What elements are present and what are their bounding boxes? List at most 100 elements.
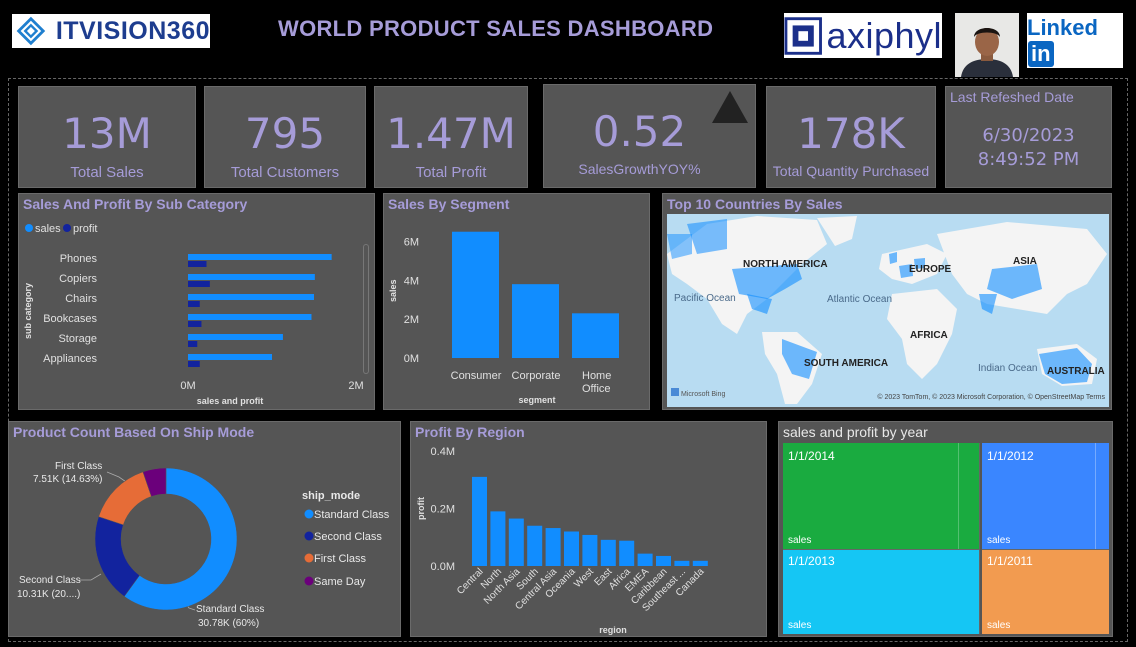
y-tick-label: Copiers (59, 273, 97, 285)
sales-bar[interactable] (188, 354, 272, 360)
map-label-pacific: Pacific Ocean (674, 293, 736, 304)
region-bar[interactable] (600, 539, 616, 566)
treemap-sub-label: sales (788, 535, 812, 546)
region-bar[interactable] (508, 518, 524, 566)
y-tick-label: 0.2M (431, 504, 455, 516)
x-axis-title: sales and profit (197, 396, 264, 406)
treemap-cell-2014[interactable]: 1/1/2014 sales (783, 443, 980, 550)
uk-highlight[interactable] (889, 252, 897, 264)
sub-category-chart[interactable]: sales profit sub category sales and prof… (19, 194, 374, 409)
bing-logo-icon (671, 388, 679, 396)
region-panel: Profit By Region profit region 0.0M 0.2M 0… (410, 421, 767, 637)
callout-second-value: 10.31K (20....) (17, 589, 80, 600)
legend-first-marker (304, 553, 314, 563)
segment-bar[interactable] (512, 284, 559, 358)
panel-title: Top 10 Countries By Sales (667, 196, 843, 212)
refresh-time: 8:49:52 PM (977, 149, 1080, 170)
legend-standard-marker (304, 509, 314, 519)
y-tick-label: 0.0M (431, 561, 455, 573)
treemap-cell-2011[interactable]: 1/1/2011 sales (982, 550, 1109, 634)
map-panel: Top 10 Countries By Sales NORTH AMERICA … (662, 193, 1112, 410)
linkedin-logo[interactable]: Linkedin (1027, 13, 1123, 68)
sales-bar[interactable] (188, 294, 314, 300)
region-bar[interactable] (564, 531, 579, 567)
treemap-sub-label: sales (788, 620, 812, 631)
world-map[interactable]: NORTH AMERICA EUROPE ASIA Pacific Ocean … (667, 214, 1109, 407)
kpi-value: 178K (797, 109, 905, 158)
axiphyl-emblem-icon (784, 16, 822, 55)
donut-slice-first-class[interactable] (98, 471, 152, 526)
profit-bar[interactable] (188, 321, 202, 327)
region-bar[interactable] (637, 553, 653, 566)
y-tick-label: 0.4M (431, 446, 455, 458)
profit-bar[interactable] (188, 341, 198, 347)
x-tick-label: West (572, 566, 596, 590)
callout-standard-name: Standard Class (196, 604, 264, 615)
kpi-label: Total Profit (415, 164, 487, 181)
y-axis-title: profit (416, 497, 426, 520)
kpi-total-sales: 13M Total Sales (18, 86, 196, 188)
kpi-label: Total Customers (230, 164, 340, 181)
segment-chart[interactable]: sales segment 0M 2M 4M 6M Consumer Corporate H… (384, 194, 649, 409)
segment-bar[interactable] (572, 313, 619, 358)
sales-bar[interactable] (188, 274, 315, 280)
bing-label: Microsoft Bing (681, 391, 725, 398)
legend-second-label: Second Class (314, 531, 382, 543)
profit-bar[interactable] (188, 261, 207, 267)
y-tick-label: Appliances (43, 353, 97, 365)
region-bar[interactable] (692, 560, 708, 566)
up-triangle-icon (712, 91, 748, 123)
profit-bar[interactable] (188, 281, 210, 287)
legend-sales-label: sales (35, 223, 61, 235)
region-chart[interactable]: profit region 0.0M0.2M0.4MCentralNorthNo… (411, 422, 766, 636)
region-bar[interactable] (527, 525, 543, 566)
legend-title: ship_mode (302, 490, 360, 502)
profit-bar[interactable] (188, 361, 200, 367)
donut-slice-second-class[interactable] (94, 516, 140, 597)
map-label-africa: AFRICA (910, 330, 948, 341)
region-bar[interactable] (490, 511, 506, 566)
refresh-date: 6/30/2023 (982, 125, 1075, 146)
linkedin-logo-text: Linkedin (1027, 14, 1098, 67)
person-photo-icon (955, 13, 1019, 77)
y-axis-title: sub category (23, 283, 33, 339)
legend-sales-marker (25, 224, 33, 232)
profit-bar[interactable] (188, 301, 200, 307)
y-axis-title: sales (388, 279, 398, 302)
map-label-south-america: SOUTH AMERICA (804, 358, 888, 369)
map-label-asia: ASIA (1013, 256, 1037, 267)
sales-bar[interactable] (188, 334, 283, 340)
legend-standard-label: Standard Class (314, 509, 390, 521)
map-label-australia: AUSTRALIA (1047, 366, 1105, 377)
segment-bar[interactable] (452, 231, 499, 358)
region-bar[interactable] (545, 528, 561, 566)
x-tick-label: Consumer (451, 370, 502, 382)
profile-avatar (955, 13, 1019, 77)
y-tick-label: Phones (60, 253, 98, 265)
diamond-logo-icon (16, 16, 46, 46)
treemap-cell-2013[interactable]: 1/1/2013 sales (783, 550, 980, 634)
callout-second-name: Second Class (19, 575, 81, 586)
y-tick-label: 0M (404, 353, 419, 365)
legend-first-label: First Class (314, 553, 366, 565)
kpi-value: 795 (244, 109, 326, 158)
region-bar[interactable] (656, 555, 671, 566)
map-label-north-america: NORTH AMERICA (743, 259, 828, 270)
treemap-cell-divider (1095, 443, 1096, 549)
kpi-label: Total Sales (70, 164, 144, 181)
treemap-cell-2012[interactable]: 1/1/2012 sales (982, 443, 1109, 550)
map-label-europe: EUROPE (909, 264, 952, 275)
map-label-atlantic: Atlantic Ocean (827, 294, 892, 305)
region-bar[interactable] (619, 540, 635, 566)
region-bar[interactable] (674, 560, 690, 566)
region-bar[interactable] (582, 534, 598, 566)
x-axis-title: region (599, 625, 627, 635)
ship-mode-chart[interactable]: ship_mode Standard Class Second Class Fi… (9, 422, 400, 636)
kpi-sales-growth: 0.52 SalesGrowthYOY% (543, 84, 756, 188)
region-bar[interactable] (472, 476, 487, 566)
y-tick-label: Bookcases (43, 313, 97, 325)
legend-profit-label: profit (73, 223, 97, 235)
axiphyl-logo: axiphyl (784, 13, 942, 58)
sales-bar[interactable] (188, 254, 332, 260)
sales-bar[interactable] (188, 314, 312, 320)
